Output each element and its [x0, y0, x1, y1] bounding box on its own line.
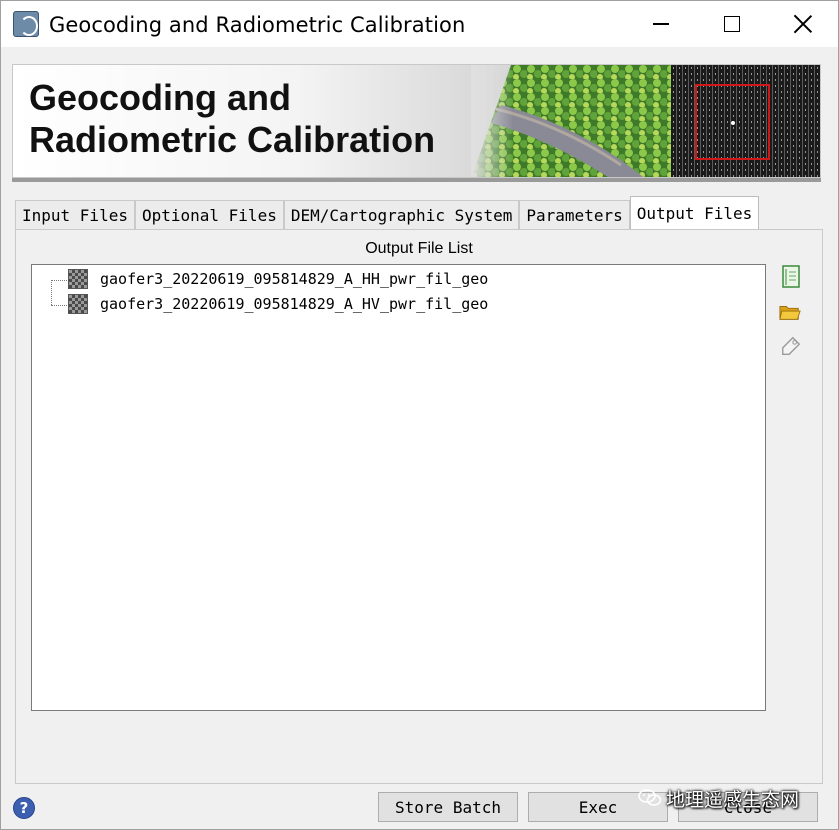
minimize-icon [653, 23, 669, 25]
tree-connector [51, 305, 67, 306]
tab-bar: Input Files Optional Files DEM/Cartograp… [15, 196, 760, 230]
tab-parameters[interactable]: Parameters [519, 200, 630, 230]
output-files-panel: Output File List gaofer3_20220619_095814… [15, 229, 823, 784]
banner-divider [12, 178, 821, 182]
app-icon [13, 11, 39, 37]
header-banner: Geocoding and Radiometric Calibration [12, 64, 821, 178]
watermark-text: 地理遥感生态网 [666, 788, 800, 811]
banner-heading: Geocoding and Radiometric Calibration [29, 77, 436, 160]
output-file-list-label: Output File List [365, 240, 473, 257]
list-item[interactable]: gaofer3_20220619_095814829_A_HV_pwr_fil_… [68, 292, 488, 316]
open-folder-icon[interactable] [779, 300, 801, 324]
store-batch-button[interactable]: Store Batch [378, 792, 518, 822]
tab-output-files[interactable]: Output Files [629, 196, 760, 229]
output-file-name: gaofer3_20220619_095814829_A_HH_pwr_fil_… [100, 270, 489, 288]
output-file-list[interactable]: gaofer3_20220619_095814829_A_HH_pwr_fil_… [31, 264, 766, 711]
help-icon[interactable]: ? [13, 797, 35, 819]
maximize-icon [724, 16, 740, 32]
tab-optional-files[interactable]: Optional Files [134, 200, 284, 230]
tab-input-files[interactable]: Input Files [15, 200, 135, 230]
list-item[interactable]: gaofer3_20220619_095814829_A_HH_pwr_fil_… [68, 267, 488, 291]
close-window-button[interactable] [775, 1, 831, 47]
tab-dem-cartographic-system[interactable]: DEM/Cartographic System [283, 200, 520, 230]
output-file-name: gaofer3_20220619_095814829_A_HV_pwr_fil_… [100, 295, 489, 313]
title-bar[interactable]: Geocoding and Radiometric Calibration [1, 1, 838, 47]
tree-connector [51, 280, 67, 281]
raster-file-icon [68, 294, 88, 314]
window-title: Geocoding and Radiometric Calibration [49, 13, 466, 37]
banner-image [471, 65, 820, 177]
raster-file-icon [68, 269, 88, 289]
maximize-button[interactable] [704, 1, 760, 47]
watermark: 地理遥感生态网 [638, 778, 799, 818]
close-icon [794, 15, 812, 33]
chat-icon [638, 789, 662, 806]
tree-connector [51, 282, 52, 305]
tag-icon[interactable] [780, 334, 802, 358]
dialog-window: Geocoding and Radiometric Calibration Ge… [0, 0, 839, 830]
new-file-icon[interactable] [780, 265, 802, 289]
minimize-button[interactable] [633, 1, 689, 47]
